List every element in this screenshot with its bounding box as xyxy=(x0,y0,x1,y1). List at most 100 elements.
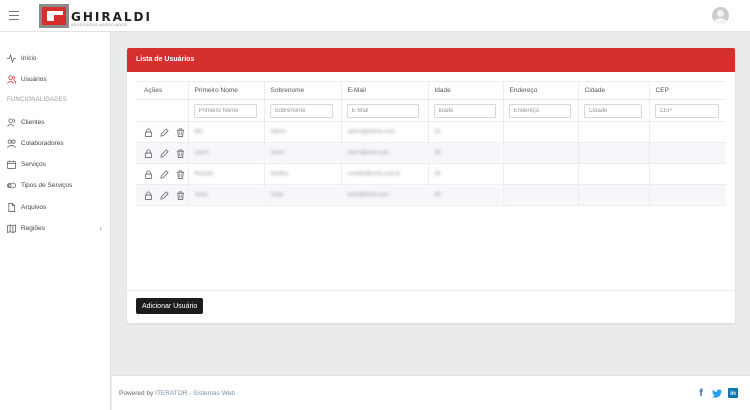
column-header-endereco[interactable]: Endereço xyxy=(502,81,578,100)
pencil-icon[interactable] xyxy=(160,190,169,200)
pencil-icon[interactable] xyxy=(160,148,169,158)
card-header: Lista de Usuários xyxy=(127,48,735,72)
cell-city xyxy=(577,163,649,185)
filter-cidade-input[interactable] xyxy=(583,103,642,118)
footer: Powered by ITERATOR - Sistemas Web f in xyxy=(112,375,750,410)
cell-last-name: Admin xyxy=(263,121,341,143)
cell-email: teste@teste.com xyxy=(340,184,428,206)
cell-first-name: Teste xyxy=(187,184,264,206)
cell-age: 30 xyxy=(427,184,503,206)
trash-icon[interactable] xyxy=(176,169,185,179)
menu-toggle-icon[interactable] xyxy=(9,11,19,20)
footer-prefix: Powered by xyxy=(119,390,154,397)
section-heading: FUNCIONALIDADES xyxy=(7,97,68,103)
lock-icon[interactable] xyxy=(144,191,153,200)
trash-icon[interactable] xyxy=(176,190,185,200)
trash-icon[interactable] xyxy=(176,127,185,137)
sidebar-item-label: Tipos de Serviços xyxy=(21,181,73,189)
filter-cell xyxy=(502,99,578,122)
column-header-cidade[interactable]: Cidade xyxy=(577,81,649,100)
card-divider xyxy=(127,290,735,291)
cell-city xyxy=(577,142,649,164)
cell-age: 25 xyxy=(427,121,503,143)
filter-cell xyxy=(187,99,264,122)
sidebar: Início Usuários FUNCIONALIDADES Clientes… xyxy=(0,32,111,410)
filter-email-input[interactable] xyxy=(346,103,420,118)
footer-text: Powered by ITERATOR - Sistemas Web xyxy=(119,390,235,397)
filter-cell xyxy=(340,99,428,122)
sidebar-item-label: Arquivos xyxy=(21,203,47,211)
filter-row xyxy=(136,99,726,122)
company-logo[interactable]: GHIRALDI ADVOGADOS ASSOCIADOS xyxy=(39,4,150,28)
avatar-head xyxy=(717,10,724,17)
cell-last-name: User1 xyxy=(263,142,341,164)
linkedin-icon[interactable]: in xyxy=(728,388,738,398)
social-links: f in xyxy=(696,388,738,399)
cell-first-name: Mi1 xyxy=(187,121,264,143)
column-header-idade[interactable]: Idade xyxy=(427,81,503,100)
filter-sobrenome-input[interactable] xyxy=(269,103,334,118)
column-header-sobrenome[interactable]: Sobrenome xyxy=(263,81,341,100)
table-row: Mi1 Admin admin@admin.com 25 xyxy=(136,121,726,143)
avatar-body xyxy=(714,18,727,24)
cell-email: admin@admin.com xyxy=(340,121,428,143)
actions-cell xyxy=(136,121,188,143)
facebook-icon[interactable]: f xyxy=(696,388,706,399)
filter-endereco-input[interactable] xyxy=(508,103,571,118)
sidebar-item-label: Clientes xyxy=(21,118,45,126)
sidebar-item-regioes[interactable]: Regiões ‹ xyxy=(0,218,111,238)
map-icon xyxy=(7,223,16,233)
logo-text: GHIRALDI xyxy=(71,10,152,24)
sidebar-item-arquivos[interactable]: Arquivos xyxy=(0,197,111,217)
filter-idade-input[interactable] xyxy=(433,103,496,118)
pencil-icon[interactable] xyxy=(160,169,169,179)
cell-cep xyxy=(648,142,726,164)
column-header-cep[interactable]: CEP xyxy=(648,81,726,100)
sidebar-item-colaboradores[interactable]: Colaboradores xyxy=(0,133,111,153)
cell-first-name: Ricardo xyxy=(187,163,264,185)
user-avatar[interactable] xyxy=(712,7,729,24)
pencil-icon[interactable] xyxy=(160,127,169,137)
logo-subtitle: ADVOGADOS ASSOCIADOS xyxy=(71,23,128,27)
sidebar-item-usuarios[interactable]: Usuários xyxy=(0,69,111,89)
filter-cep-input[interactable] xyxy=(654,103,719,118)
column-header-acoes: Ações xyxy=(136,81,188,100)
lock-icon[interactable] xyxy=(144,149,153,158)
filter-cell xyxy=(427,99,503,122)
cell-address xyxy=(502,121,578,143)
twitter-icon[interactable] xyxy=(712,388,722,398)
sidebar-item-tipos-de-servicos[interactable]: Tipos de Serviços xyxy=(0,175,111,195)
cell-city xyxy=(577,121,649,143)
sidebar-item-label: Serviços xyxy=(21,160,46,168)
logo-g-icon xyxy=(39,4,69,28)
lock-icon[interactable] xyxy=(144,170,153,179)
column-header-primeiro-nome[interactable]: Primeiro Nome xyxy=(187,81,264,100)
users-table: Ações Primeiro Nome Sobrenome E-Mail Ida… xyxy=(136,81,726,206)
column-header-email[interactable]: E-Mail xyxy=(340,81,428,100)
sidebar-item-servicos[interactable]: Serviços xyxy=(0,154,111,174)
trash-icon[interactable] xyxy=(176,148,185,158)
chevron-left-icon[interactable]: ‹ xyxy=(99,224,102,233)
cell-age: 38 xyxy=(427,163,503,185)
filter-cell xyxy=(263,99,341,122)
sidebar-item-label: Usuários xyxy=(21,75,47,83)
footer-link[interactable]: ITERATOR - Sistemas Web xyxy=(155,390,235,397)
cell-address xyxy=(502,163,578,185)
sidebar-item-clientes[interactable]: Clientes xyxy=(0,112,111,132)
sidebar-item-inicio[interactable]: Início xyxy=(0,48,111,68)
sidebar-item-label: Colaboradores xyxy=(21,139,64,147)
file-icon xyxy=(8,202,16,212)
filter-cell xyxy=(648,99,726,122)
lock-icon[interactable] xyxy=(144,128,153,137)
users-card: Lista de Usuários Ações Primeiro Nome So… xyxy=(127,48,735,323)
filter-cell-empty xyxy=(136,99,188,122)
cell-address xyxy=(502,142,578,164)
add-user-button[interactable]: Adicionar Usuário xyxy=(136,298,204,314)
actions-cell xyxy=(136,142,188,164)
sidebar-item-label: Início xyxy=(21,54,37,62)
table-header-row: Ações Primeiro Nome Sobrenome E-Mail Ida… xyxy=(136,81,726,100)
cell-cep xyxy=(648,184,726,206)
filter-cell xyxy=(577,99,649,122)
actions-cell xyxy=(136,163,188,185)
filter-primeiro-nome-input[interactable] xyxy=(193,103,257,118)
